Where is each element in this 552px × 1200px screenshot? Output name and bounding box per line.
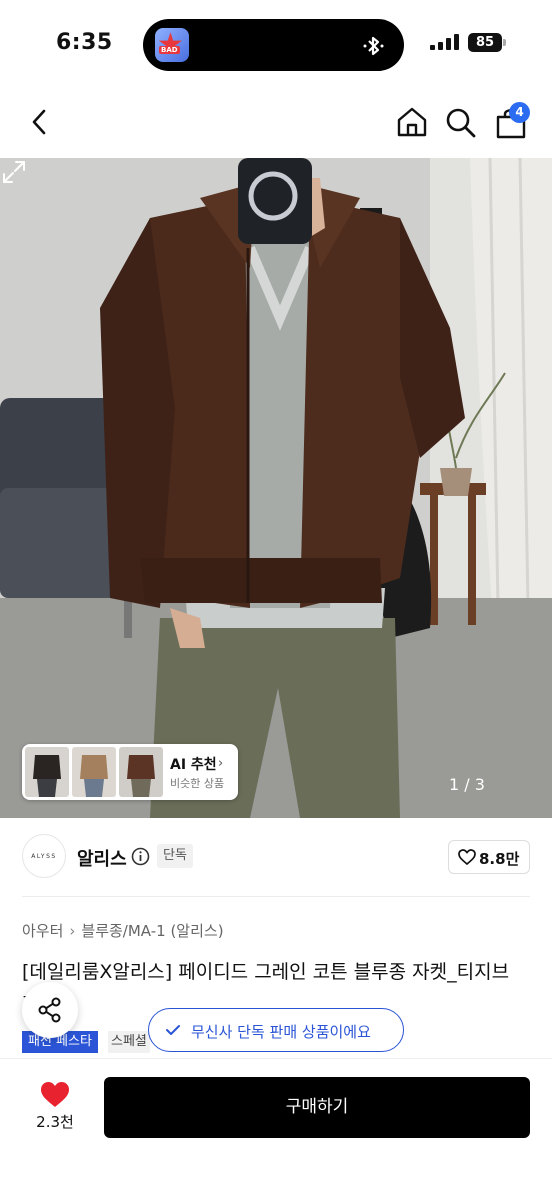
battery-cap <box>503 39 506 46</box>
divider <box>22 896 530 897</box>
back-arrow-icon[interactable] <box>22 104 58 140</box>
bottom-action-bar: 2.3천 구매하기 <box>0 1058 552 1200</box>
chevron-right-icon: › <box>69 922 76 940</box>
brand-row: ALYSS 알리스 단독 8.8만 <box>0 818 552 896</box>
bluetooth-icon <box>363 36 384 56</box>
home-icon[interactable] <box>394 104 430 140</box>
ai-recommend-subtitle: 비슷한 상품 <box>170 777 225 790</box>
toast-text: 무신사 단독 판매 상품이에요 <box>191 1023 371 1041</box>
heart-outline-icon <box>458 849 476 866</box>
breadcrumb-item-blouson[interactable]: 블루종/MA-1 (알리스) <box>81 920 223 941</box>
status-bar: 6:35 ★ BAD 85 <box>0 0 552 88</box>
recommendation-thumbnail[interactable] <box>72 747 116 797</box>
recommendation-thumbnail[interactable] <box>119 747 163 797</box>
top-navigation <box>0 88 552 158</box>
signal-icon <box>430 34 459 50</box>
breadcrumb-item-outer[interactable]: 아우터 <box>22 920 63 941</box>
brand-like-count: 8.8만 <box>479 850 520 868</box>
search-icon[interactable] <box>442 104 478 140</box>
special-tag: 스페셜 <box>108 1031 150 1053</box>
check-icon <box>166 1025 180 1035</box>
product-photo <box>0 158 552 818</box>
exclusive-sale-toast: 무신사 단독 판매 상품이에요 <box>148 1008 404 1052</box>
info-icon[interactable] <box>131 847 150 866</box>
breadcrumb: 아우터 › 블루종/MA-1 (알리스) <box>22 920 224 941</box>
heart-filled-icon[interactable] <box>40 1081 70 1109</box>
image-page-counter: 1 / 3 <box>449 775 485 794</box>
product-image-gallery[interactable]: AI 추천 › 비슷한 상품 1 / 3 <box>0 158 552 818</box>
cart-count-badge: 4 <box>509 102 530 123</box>
status-indicators: 85 <box>430 30 552 60</box>
exclusive-tag: 단독 <box>157 844 193 868</box>
share-button[interactable] <box>22 982 78 1038</box>
ai-recommendation-panel[interactable]: AI 추천 › 비슷한 상품 <box>22 744 238 800</box>
expand-icon[interactable] <box>0 158 28 186</box>
chevron-right-icon: › <box>218 756 224 771</box>
brand-like-button[interactable]: 8.8만 <box>448 840 530 874</box>
brand-name[interactable]: 알리스 <box>77 845 127 871</box>
ai-recommend-title: AI 추천 <box>170 757 217 773</box>
battery-indicator: 85 <box>468 33 502 52</box>
brand-logo[interactable]: ALYSS <box>22 834 66 878</box>
status-time: 6:35 <box>56 30 113 55</box>
app-logo-icon: ★ BAD <box>155 28 189 62</box>
recommendation-thumbnail[interactable] <box>25 747 69 797</box>
buy-button[interactable]: 구매하기 <box>104 1077 530 1138</box>
share-icon <box>38 997 61 1023</box>
dynamic-island: ★ BAD <box>143 19 404 71</box>
wish-count: 2.3천 <box>36 1113 74 1131</box>
